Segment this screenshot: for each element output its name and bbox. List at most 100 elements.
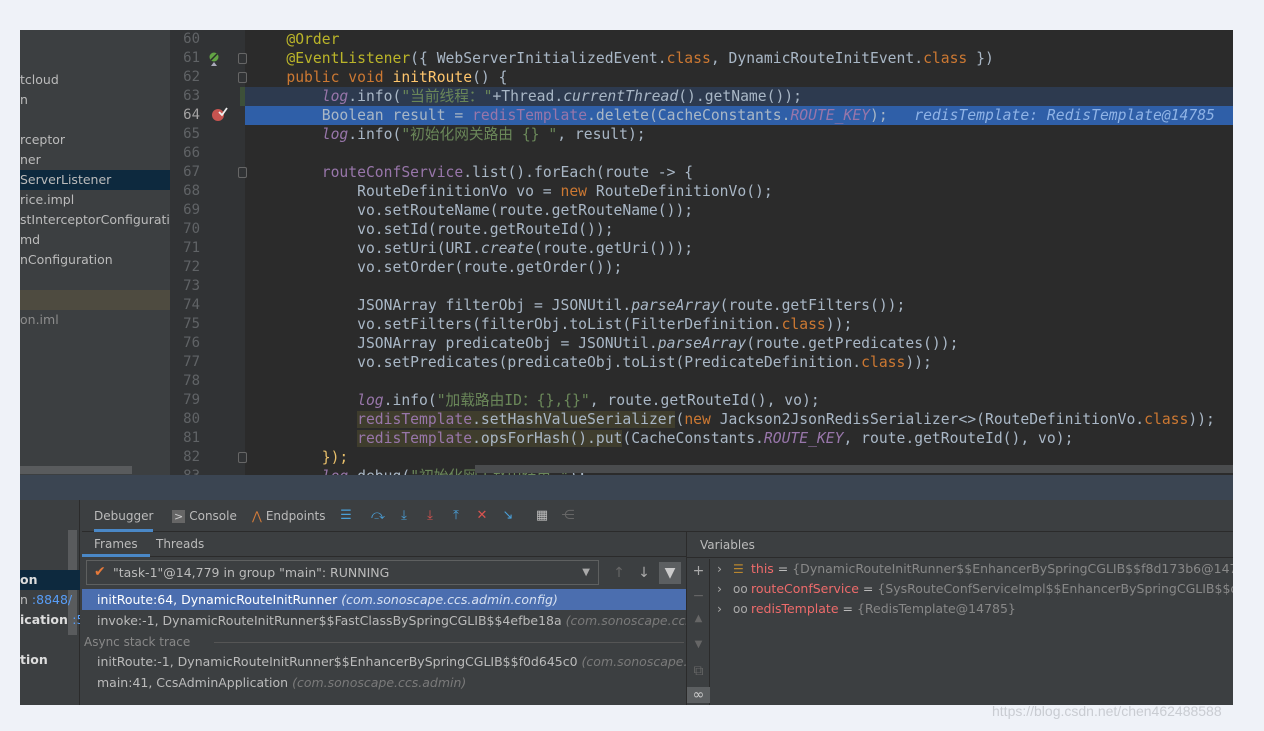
previous-frame-icon[interactable]: ↑ bbox=[608, 562, 630, 584]
line-number: 61 bbox=[183, 50, 200, 66]
code-line[interactable]: RouteDefinitionVo vo = new RouteDefiniti… bbox=[245, 182, 1233, 201]
stack-frame[interactable]: invoke:-1, DynamicRouteInitRunner$$FastC… bbox=[82, 610, 686, 631]
project-tree-item[interactable]: tcloud bbox=[20, 70, 170, 90]
run-to-cursor-icon[interactable]: ↘ bbox=[500, 508, 516, 524]
trace-current-stream-icon[interactable]: ⋲ bbox=[560, 508, 576, 524]
bean-listener-icon[interactable] bbox=[206, 51, 222, 67]
stack-frame[interactable]: main:41, CcsAdminApplication (com.sonosc… bbox=[82, 672, 686, 692]
watch-icon: oo bbox=[733, 602, 748, 616]
code-token: RouteDefinitionVo vo = bbox=[251, 183, 561, 200]
code-line[interactable]: vo.setRouteName(route.getRouteName()); bbox=[245, 201, 1233, 220]
ide-window: on.iml nConfiguration md stInterceptorConfi… bbox=[20, 30, 1233, 705]
tab-console[interactable]: > Console bbox=[172, 500, 237, 532]
layout-icon[interactable]: ☰ bbox=[338, 508, 354, 524]
code-token: (route.getPredicates()); bbox=[746, 335, 959, 352]
service-item[interactable]: n :8848/ bbox=[20, 590, 80, 610]
variable-name: this bbox=[751, 561, 774, 576]
variable-row[interactable]: › ☰ this = {DynamicRouteInitRunner$$Enhanc… bbox=[717, 559, 1233, 579]
evaluate-expression-icon[interactable]: ▦ bbox=[534, 508, 550, 524]
code-token: , route.getRouteId(), vo); bbox=[843, 430, 1074, 447]
code-line[interactable] bbox=[245, 144, 1233, 163]
project-tree-item[interactable] bbox=[20, 110, 170, 130]
tab-debugger[interactable]: Debugger bbox=[94, 500, 154, 532]
project-tree-item[interactable]: nConfiguration bbox=[20, 250, 170, 270]
code-line[interactable]: vo.setOrder(route.getOrder()); bbox=[245, 258, 1233, 277]
drop-frame-icon[interactable]: ✕ bbox=[474, 508, 490, 524]
code-line[interactable]: log.info("初始化网关路由 {} ", result); bbox=[245, 125, 1233, 144]
project-tree-item[interactable]: rceptor bbox=[20, 130, 170, 150]
code-token: .info( bbox=[348, 126, 402, 143]
code-token: vo.setPredicates(predicateObj.toList(Pre… bbox=[251, 354, 862, 371]
add-watch-icon[interactable]: + bbox=[687, 563, 710, 579]
chevron-right-icon[interactable]: › bbox=[717, 579, 733, 599]
service-item[interactable]: tion bbox=[20, 650, 80, 670]
tab-frames[interactable]: Frames bbox=[82, 532, 150, 557]
code-line[interactable]: @EventListener({ WebServerInitializedEve… bbox=[245, 49, 1233, 68]
thread-selector[interactable]: ✔ "task-1"@14,779 in group "main": RUNNIN… bbox=[86, 560, 599, 585]
project-tree-item[interactable]: n bbox=[20, 90, 170, 110]
project-tree-item[interactable]: md bbox=[20, 230, 170, 250]
code-line[interactable]: redisTemplate.setHashValueSerializer(new… bbox=[245, 410, 1233, 429]
service-item[interactable]: on bbox=[20, 570, 80, 590]
code-line[interactable]: vo.setUri(URI.create(route.getUri())); bbox=[245, 239, 1233, 258]
project-scrollbar[interactable] bbox=[20, 466, 132, 474]
code-token: (route.getUri())); bbox=[533, 240, 694, 257]
service-port: :8848/ bbox=[31, 592, 73, 607]
chevron-right-icon[interactable]: › bbox=[717, 559, 733, 579]
remove-watch-icon[interactable]: − bbox=[687, 588, 710, 604]
variable-row[interactable]: › oo redisTemplate = {RedisTemplate@14785} bbox=[717, 599, 1016, 619]
code-line[interactable]: vo.setFilters(filterObj.toList(FilterDef… bbox=[245, 315, 1233, 334]
project-tree-item[interactable]: ner bbox=[20, 150, 170, 170]
step-into-icon[interactable]: ⤓ bbox=[396, 508, 412, 524]
watches-icon[interactable]: ∞ bbox=[687, 687, 710, 703]
service-item[interactable]: ication :50 bbox=[20, 610, 80, 630]
code-line[interactable]: Boolean result = redisTemplate.delete(Ca… bbox=[245, 106, 1233, 125]
stack-frame[interactable]: initRoute:64, DynamicRouteInitRunner (co… bbox=[82, 589, 686, 610]
code-token: parseArray bbox=[657, 335, 747, 352]
code-line[interactable]: @Order bbox=[245, 30, 1233, 49]
code-token: log bbox=[321, 126, 349, 143]
project-tree-item[interactable] bbox=[20, 270, 170, 290]
code-line[interactable]: redisTemplate.opsForHash().put(CacheCons… bbox=[245, 429, 1233, 448]
code-line[interactable]: vo.setPredicates(predicateObj.toList(Pre… bbox=[245, 353, 1233, 372]
force-step-into-icon[interactable]: ⤓ bbox=[422, 508, 438, 524]
project-tree-item[interactable]: stInterceptorConfiguration bbox=[20, 210, 170, 230]
project-tree-item[interactable]: on.iml bbox=[20, 310, 170, 330]
code-editor[interactable]: log.debug("初始化网关路由结束 "); }); redisTempla… bbox=[245, 30, 1233, 475]
code-token: redisTemplate: RedisTemplate@14785 bbox=[887, 107, 1215, 124]
line-number: 80 bbox=[183, 411, 200, 427]
code-line[interactable] bbox=[245, 372, 1233, 391]
step-out-icon[interactable]: ⤒ bbox=[448, 508, 464, 524]
code-token: vo.setFilters(filterObj.toList(FilterDef… bbox=[251, 316, 782, 333]
project-tree-item[interactable] bbox=[20, 290, 170, 310]
next-frame-icon[interactable]: ↓ bbox=[633, 562, 655, 584]
editor-hscrollbar[interactable] bbox=[475, 465, 1233, 473]
code-token: class bbox=[923, 50, 968, 67]
chevron-right-icon[interactable]: › bbox=[717, 599, 733, 619]
code-line[interactable]: JSONArray filterObj = JSONUtil.parseArra… bbox=[245, 296, 1233, 315]
code-token: )); bbox=[1188, 411, 1215, 428]
filter-icon[interactable]: ▼ bbox=[659, 562, 681, 584]
tab-endpoints[interactable]: ⋀ Endpoints bbox=[252, 500, 326, 532]
code-line[interactable]: log.info("加载路由ID：{},{}", route.getRouteI… bbox=[245, 391, 1233, 410]
code-line[interactable]: JSONArray predicateObj = JSONUtil.parseA… bbox=[245, 334, 1233, 353]
code-token: parseArray bbox=[631, 297, 720, 314]
stack-frame[interactable]: initRoute:-1, DynamicRouteInitRunner$$En… bbox=[82, 651, 686, 671]
tab-threads[interactable]: Threads bbox=[156, 532, 204, 557]
breakpoint-icon[interactable] bbox=[211, 106, 229, 122]
copy-icon[interactable]: ⧉ bbox=[687, 663, 710, 679]
project-tree-item[interactable]: rice.impl bbox=[20, 190, 170, 210]
code-line[interactable] bbox=[245, 277, 1233, 296]
move-up-icon[interactable]: ▲ bbox=[687, 613, 710, 624]
code-line[interactable]: vo.setId(route.getRouteId()); bbox=[245, 220, 1233, 239]
variable-row[interactable]: › oo routeConfService = {SysRouteConfServi… bbox=[717, 579, 1233, 599]
code-line[interactable]: public void initRoute() { bbox=[245, 68, 1233, 87]
step-over-icon[interactable]: ⤼ bbox=[370, 508, 386, 524]
code-line[interactable]: log.info("当前线程："+Thread.currentThread().… bbox=[245, 87, 1233, 106]
code-line[interactable]: routeConfService.list().forEach(route ->… bbox=[245, 163, 1233, 182]
project-tree-item[interactable]: ServerListener bbox=[20, 170, 170, 190]
code-token: class bbox=[1144, 411, 1189, 428]
move-down-icon[interactable]: ▼ bbox=[687, 639, 710, 650]
debug-panel: on n :8848/ication :50 tion Debugger >Cons… bbox=[20, 500, 1233, 705]
